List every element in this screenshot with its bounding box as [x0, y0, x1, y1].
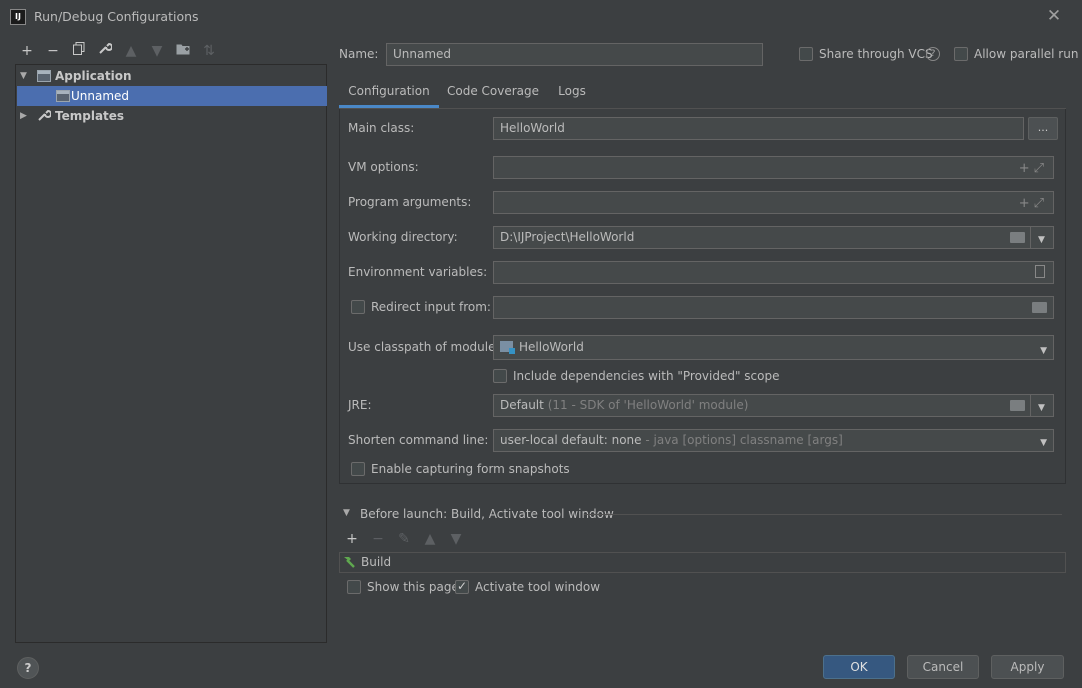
app-icon: IJ [10, 9, 26, 25]
redirect-input-checkbox[interactable] [351, 300, 365, 314]
folder-icon[interactable] [1010, 232, 1025, 243]
environment-variables-field[interactable] [493, 261, 1054, 284]
tree-item-label: Unnamed [71, 89, 130, 103]
close-icon[interactable]: ✕ [1045, 6, 1063, 26]
folder-icon[interactable] [1032, 302, 1047, 313]
chevron-down-icon[interactable]: ▼ [343, 508, 350, 518]
include-provided-label: Include dependencies with "Provided" sco… [513, 369, 780, 383]
chevron-down-icon: ▼ [1038, 403, 1045, 413]
application-icon [37, 70, 51, 82]
sort-icon: ⇅ [203, 43, 215, 59]
window-title: Run/Debug Configurations [34, 9, 199, 24]
tree-item-unnamed[interactable]: Unnamed [17, 86, 327, 106]
chevron-down-icon: ▼ [1040, 438, 1047, 448]
arrow-up-icon: ▲ [424, 531, 436, 547]
expand-icon[interactable]: +⤢ [1019, 194, 1048, 214]
shorten-command-value: user-local default: none [500, 433, 642, 447]
share-vcs-label: Share through VCS [819, 47, 933, 61]
before-launch-title[interactable]: Before launch: Build, Activate tool wind… [360, 507, 614, 521]
shorten-command-label: Shorten command line: [348, 433, 489, 447]
main-class-field[interactable]: HelloWorld [493, 117, 1024, 140]
show-page-checkbox[interactable] [347, 580, 361, 594]
arrow-up-icon: ▲ [125, 43, 137, 59]
add-task-icon[interactable]: + [342, 529, 362, 549]
chevron-down-icon: ▼ [1040, 346, 1047, 356]
apply-button[interactable]: Apply [991, 655, 1064, 679]
remove-icon[interactable]: − [43, 41, 63, 61]
folder-icon[interactable] [1010, 400, 1025, 411]
working-directory-value: D:\IJProject\HelloWorld [500, 230, 635, 244]
module-icon [500, 341, 515, 354]
copy-icon[interactable] [69, 41, 89, 61]
classpath-module-value: HelloWorld [519, 340, 584, 354]
activate-tool-window-label: Activate tool window [475, 580, 601, 594]
chevron-right-icon[interactable]: ▶ [20, 106, 30, 126]
vm-options-field[interactable]: +⤢ [493, 156, 1054, 179]
name-label: Name: [339, 47, 379, 61]
classpath-module-label: Use classpath of module: [348, 340, 500, 354]
expand-icon[interactable]: +⤢ [1019, 159, 1048, 179]
allow-parallel-label: Allow parallel run [974, 47, 1079, 61]
name-field[interactable]: Unnamed [386, 43, 763, 66]
jre-field[interactable]: Default (11 - SDK of 'HelloWorld' module… [493, 394, 1054, 417]
application-icon [56, 90, 70, 102]
jre-value: Default [500, 398, 544, 412]
chevron-down-icon: ▼ [1038, 235, 1045, 245]
cancel-button[interactable]: Cancel [907, 655, 979, 679]
vm-options-label: VM options: [348, 160, 419, 174]
add-icon[interactable]: + [17, 41, 37, 61]
jre-label: JRE: [348, 398, 372, 412]
help-icon[interactable]: ? [926, 47, 940, 61]
wrench-icon [37, 108, 52, 128]
shorten-command-hint: - java [options] classname [args] [645, 433, 843, 447]
before-launch-task-build[interactable]: Build [339, 552, 1066, 573]
folder-add-icon[interactable] [173, 41, 193, 61]
program-arguments-field[interactable]: +⤢ [493, 191, 1054, 214]
redirect-input-field[interactable] [493, 296, 1054, 319]
tab-logs[interactable]: Logs [552, 80, 592, 108]
arrow-down-icon: ▼ [151, 43, 163, 59]
snapshots-checkbox[interactable] [351, 462, 365, 476]
ok-button[interactable]: OK [823, 655, 895, 679]
share-vcs-checkbox[interactable] [799, 47, 813, 61]
before-launch-divider [584, 514, 1062, 515]
tree-item-templates[interactable]: ▶ Templates [17, 106, 327, 126]
edit-task-icon: ✎ [398, 531, 410, 547]
browse-button[interactable]: ... [1028, 117, 1058, 140]
document-icon[interactable] [1035, 265, 1045, 278]
tab-code-coverage[interactable]: Code Coverage [444, 80, 542, 108]
snapshots-label: Enable capturing form snapshots [371, 462, 570, 476]
shorten-command-select[interactable]: user-local default: none - java [options… [493, 429, 1054, 452]
environment-variables-label: Environment variables: [348, 265, 488, 279]
tree-item-application[interactable]: ▼ Application [17, 66, 327, 86]
remove-task-icon: − [372, 531, 384, 547]
main-class-label: Main class: [348, 121, 415, 135]
wrench-icon[interactable] [95, 41, 115, 61]
tree-item-label: Templates [55, 109, 125, 123]
classpath-module-select[interactable]: HelloWorld ▼ [493, 335, 1054, 360]
working-directory-field[interactable]: D:\IJProject\HelloWorld ▼ [493, 226, 1054, 249]
redirect-input-label: Redirect input from: [371, 300, 491, 314]
chevron-down-icon[interactable]: ▼ [20, 66, 30, 86]
allow-parallel-checkbox[interactable] [954, 47, 968, 61]
tab-configuration[interactable]: Configuration [339, 80, 439, 108]
configurations-tree[interactable]: ▼ Application Unnamed ▶ Templates [15, 64, 327, 643]
working-directory-label: Working directory: [348, 230, 458, 244]
arrow-down-icon: ▼ [450, 531, 462, 547]
working-directory-dropdown[interactable]: ▼ [1030, 227, 1053, 248]
help-button[interactable]: ? [17, 657, 39, 679]
jre-hint: (11 - SDK of 'HelloWorld' module) [547, 398, 749, 412]
jre-dropdown[interactable]: ▼ [1030, 395, 1053, 416]
show-page-label: Show this page [367, 580, 459, 594]
program-arguments-label: Program arguments: [348, 195, 472, 209]
build-task-label: Build [361, 555, 392, 569]
tree-item-label: Application [55, 69, 132, 83]
activate-tool-window-checkbox[interactable] [455, 579, 469, 594]
hammer-icon [342, 555, 356, 569]
include-provided-checkbox[interactable] [493, 369, 507, 383]
